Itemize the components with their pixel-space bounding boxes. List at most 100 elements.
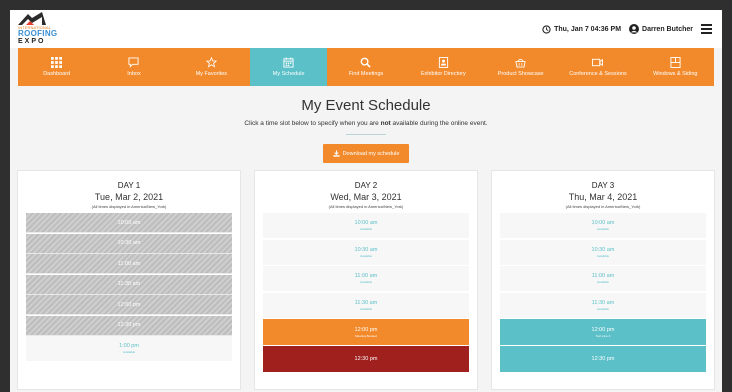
subtitle-text-end: available during the online event.: [390, 120, 488, 127]
slot-status: Meeting Booked: [355, 333, 377, 338]
roof-logo-icon: [18, 12, 46, 25]
download-icon: [332, 150, 340, 157]
download-schedule-button[interactable]: Download my schedule: [322, 144, 410, 163]
slot-time: 1:00 pm: [119, 343, 139, 349]
hamburger-menu-icon[interactable]: [701, 24, 712, 34]
nav-my-favorites[interactable]: My Favorites: [173, 48, 250, 86]
nav-label: Inbox: [127, 71, 141, 77]
header-right: Thu, Jan 7 04:36 PM Darren Butcher: [542, 24, 712, 34]
day-name: DAY 1: [117, 181, 141, 190]
day-column-2: DAY 2 Wed, Mar 3, 2021 (All times displa…: [254, 170, 478, 390]
slot-time: 12:00 pm: [591, 326, 615, 333]
time-slot[interactable]: 10:00 am Available: [500, 213, 706, 239]
grid-icon: [51, 57, 63, 68]
subtitle-text: Click a time slot below to specify when …: [244, 120, 381, 127]
slot-time: 12:30 pm: [354, 355, 378, 362]
nav-label: Exhibitor Directory: [420, 71, 466, 77]
user-avatar-icon: [629, 24, 640, 34]
slot-time: 11:00 am: [117, 260, 141, 267]
slot-time: 12:30 pm: [591, 355, 615, 362]
nav-conference-sessions[interactable]: Conference & Sessions: [559, 48, 636, 86]
time-slot[interactable]: 1:00 pm Available: [26, 336, 232, 362]
slot-time: 10:00 am: [117, 219, 141, 226]
nav-label: Dashboard: [43, 71, 71, 77]
day-column-3: DAY 3 Thu, Mar 4, 2021 (All times displa…: [491, 170, 715, 390]
nav-product-showcase[interactable]: Product Showcase: [482, 48, 559, 86]
time-slot[interactable]: 10:30 am Available: [263, 239, 469, 266]
user-menu[interactable]: Darren Butcher: [629, 24, 693, 34]
nav-label: Windows & Siding: [653, 71, 698, 77]
window-icon: [670, 57, 681, 68]
nav-label: My Schedule: [272, 71, 305, 77]
datetime-display: Thu, Jan 7 04:36 PM: [542, 24, 622, 34]
top-header: INTERNATIONAL ROOFING EXPO Thu, Jan 7 04…: [10, 10, 722, 48]
day-columns: DAY 1 Tue, Mar 2, 2021 (All times displa…: [10, 170, 722, 390]
star-icon: [205, 57, 217, 68]
nav-find-meetings[interactable]: Find Meetings: [327, 48, 404, 86]
time-slot[interactable]: 10:30 am: [26, 233, 232, 254]
roofing-expo-logo[interactable]: INTERNATIONAL ROOFING EXPO: [18, 12, 62, 46]
download-label: Download my schedule: [342, 150, 400, 157]
logo-line-2: ROOFING: [18, 29, 58, 38]
clock-icon: [542, 24, 551, 34]
user-name: Darren Butcher: [642, 25, 693, 33]
basket-icon: [515, 58, 526, 68]
time-slot[interactable]: 11:00 am: [26, 254, 232, 274]
day-name: DAY 2: [354, 181, 378, 190]
nav-inbox[interactable]: Inbox: [95, 48, 172, 86]
nav-exhibitor-directory[interactable]: Exhibitor Directory: [405, 48, 482, 86]
chat-bubble-icon: [128, 57, 140, 68]
day-column-1: DAY 1 Tue, Mar 2, 2021 (All times displa…: [17, 170, 241, 390]
nav-label: Conference & Sessions: [569, 71, 627, 77]
time-slot[interactable]: 11:30 am Available: [263, 292, 469, 319]
day-date: Thu, Mar 4, 2021: [568, 192, 638, 202]
day-date: Wed, Mar 3, 2021: [330, 192, 402, 202]
slot-status: Available: [359, 227, 373, 231]
nav-my-schedule[interactable]: My Schedule: [249, 48, 328, 86]
time-slot[interactable]: 11:00 am Available: [263, 266, 469, 292]
slot-status: Available: [122, 350, 136, 354]
slot-status: Available: [359, 253, 373, 258]
slot-status: Text Line 2: [595, 333, 611, 338]
slot-time: 10:30 am: [354, 246, 378, 253]
time-slot-meeting-booked[interactable]: 12:00 pm Meeting Booked: [263, 319, 469, 345]
time-slot[interactable]: 12:00 pm: [26, 295, 232, 315]
day-timezone-note: (All times displayed in America/New_York…: [328, 204, 404, 209]
slot-status: Available: [596, 280, 610, 284]
nav-label: Product Showcase: [497, 71, 544, 77]
nav-dashboard[interactable]: Dashboard: [18, 48, 95, 86]
time-slot[interactable]: 12:30 pm: [26, 315, 232, 336]
time-slot-selected[interactable]: 12:00 pm Text Line 2: [500, 319, 706, 345]
datetime-text: Thu, Jan 7 04:36 PM: [554, 25, 622, 33]
slot-status: Available: [596, 253, 610, 258]
nav-windows-siding[interactable]: Windows & Siding: [637, 48, 714, 86]
slot-status: Available: [596, 306, 610, 311]
slot-time: 10:30 am: [117, 240, 141, 246]
subtitle-bold: not: [380, 120, 391, 127]
time-slot-busy[interactable]: 12:30 pm: [263, 345, 469, 372]
day-timezone-note: (All times displayed in America/New_York…: [91, 204, 167, 209]
search-icon: [361, 57, 372, 68]
slot-time: 11:30 am: [591, 299, 615, 306]
slot-status: Available: [596, 227, 610, 231]
time-slot[interactable]: 10:30 am Available: [500, 239, 706, 266]
nav-label: My Favorites: [195, 71, 228, 77]
time-slot-list: 10:00 am 10:30 am 11:00 am 11:30 am 12:0…: [26, 213, 232, 362]
time-slot-selected[interactable]: 12:30 pm: [500, 345, 706, 372]
day-date: Tue, Mar 2, 2021: [94, 192, 164, 202]
main-nav: Dashboard Inbox My Favorites My Schedule: [18, 48, 714, 86]
time-slot-list: 10:00 am Available 10:30 am Available 11:0…: [263, 213, 469, 372]
page-subtitle: Click a time slot below to specify when …: [10, 120, 722, 127]
video-camera-icon: [592, 58, 604, 67]
time-slot[interactable]: 10:00 am Available: [263, 213, 469, 239]
slot-time: 10:30 am: [591, 246, 615, 253]
nav-label: Find Meetings: [348, 71, 384, 77]
day-timezone-note: (All times displayed in America/New_York…: [565, 204, 641, 209]
slot-time: 12:00 pm: [117, 301, 141, 308]
time-slot[interactable]: 11:30 am: [26, 274, 232, 295]
time-slot[interactable]: 11:00 am Available: [500, 266, 706, 292]
slot-time: 12:30 pm: [117, 322, 141, 328]
time-slot[interactable]: 10:00 am: [26, 213, 232, 233]
time-slot[interactable]: 11:30 am Available: [500, 292, 706, 319]
slot-time: 11:30 am: [354, 299, 378, 306]
